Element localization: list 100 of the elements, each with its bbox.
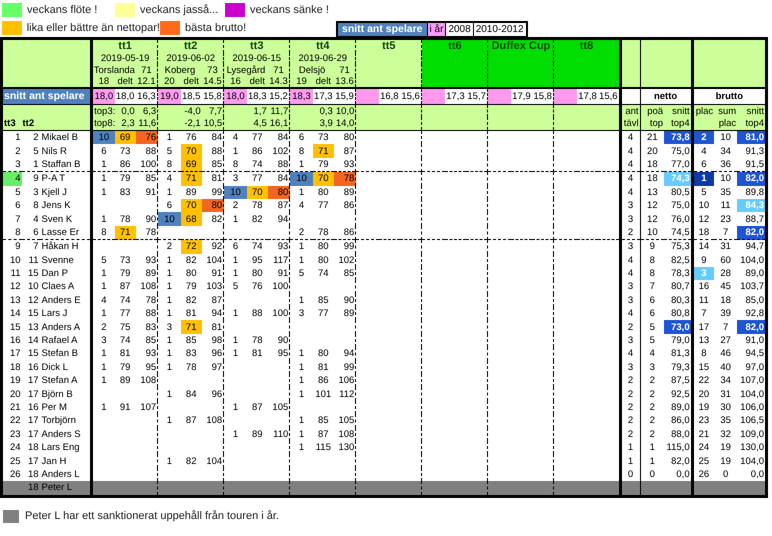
- snitt-cell: 15,2: [268, 88, 290, 104]
- snitt-cell: 17,3: [444, 88, 466, 104]
- tournament-title: tt3: [224, 38, 290, 53]
- netto-heading: netto: [640, 88, 692, 104]
- table-cell: 1: [620, 440, 640, 454]
- brutto-cell: 85: [136, 172, 158, 186]
- table-cell: 6: [640, 307, 664, 320]
- table-cell: 10: [714, 172, 738, 186]
- rank-cell: 16: [2, 334, 22, 348]
- table-cell: 4: [620, 186, 640, 199]
- table-cell: 2: [620, 320, 640, 334]
- place-cell: 1: [158, 130, 181, 144]
- table-cell: 0: [640, 468, 664, 482]
- table-cell: 3: [692, 266, 714, 280]
- rank-cell: 2: [2, 144, 22, 158]
- rank-cell: 18: [2, 360, 22, 374]
- player-name: Dick L: [40, 360, 92, 374]
- place-cell: 6: [224, 240, 247, 254]
- rank-cell: 21: [2, 400, 22, 414]
- table-cell: 74,3: [664, 172, 692, 186]
- rank-cell: 8: [2, 226, 22, 240]
- rank-cell: 4: [2, 172, 22, 186]
- player-name: Peter L: [40, 481, 92, 496]
- course-par: 73: [202, 64, 224, 76]
- column-heading: tt2: [22, 117, 92, 130]
- table-cell: 4: [620, 172, 640, 186]
- table-cell: 10: [714, 130, 738, 144]
- rank-cell: 23: [2, 428, 22, 441]
- table-cell: 0: [620, 468, 640, 482]
- table-cell: 73,0: [664, 320, 692, 334]
- table-cell: 26: [692, 468, 714, 482]
- previous-rank-cell: 9: [22, 172, 40, 186]
- table-cell: 6: [692, 158, 714, 172]
- tournament-title: tt6: [422, 38, 488, 53]
- column-heading: poä: [640, 104, 664, 117]
- brutto-cell: 81: [202, 320, 224, 334]
- netto-cell: 71: [312, 144, 334, 158]
- brutto-cell: 81: [202, 172, 224, 186]
- player-name: Torbjörn: [40, 414, 92, 428]
- rank-cell: 6: [2, 198, 22, 212]
- brutto-cell: 92: [202, 240, 224, 254]
- previous-rank-cell: 18: [22, 481, 40, 496]
- player-name: Björn B: [40, 387, 92, 401]
- snitt-cell: 16,8: [378, 88, 400, 104]
- tournament-date: 2019-06-02: [158, 53, 224, 64]
- legend-label: lika eller bättre än nettopar!: [26, 22, 160, 34]
- place-cell: 3: [224, 172, 247, 186]
- table-cell: 35: [714, 186, 738, 199]
- snitt-cell: 18,0: [224, 88, 247, 104]
- player-name: Anders S: [40, 428, 92, 441]
- table-cell: 3: [620, 334, 640, 348]
- netto-cell: 69: [114, 130, 136, 144]
- table-cell: 4: [620, 307, 640, 320]
- table-cell: 91,0: [737, 334, 766, 348]
- table-cell: 2: [620, 226, 640, 240]
- table-cell: 9: [692, 254, 714, 267]
- legend-label: veckans sänke !: [250, 4, 329, 16]
- table-cell: 5: [640, 320, 664, 334]
- netto-cell: 68: [180, 212, 202, 226]
- table-cell: 7: [714, 226, 738, 240]
- table-cell: 2: [620, 428, 640, 441]
- table-cell: 4: [620, 130, 640, 144]
- rank-cell: 22: [2, 414, 22, 428]
- table-cell: 36: [714, 158, 738, 172]
- table-cell: 14: [692, 240, 714, 254]
- table-cell: 0: [714, 468, 738, 482]
- place-cell: 4: [158, 172, 181, 186]
- rank-cell: 5: [2, 186, 22, 199]
- table-cell: 3: [620, 240, 640, 254]
- tournament-title: tt1: [92, 38, 158, 53]
- table-cell: 84,3: [737, 198, 766, 212]
- column-heading: top: [640, 117, 664, 130]
- place-cell: 4: [224, 130, 247, 144]
- column-heading: tt3: [2, 117, 22, 130]
- player-name: Claes A: [40, 280, 92, 294]
- rank-cell: 7: [2, 212, 22, 226]
- brutto-cell: 84: [202, 130, 224, 144]
- snitt-cell: 15,6: [598, 88, 620, 104]
- player-name: Rafael A: [40, 334, 92, 348]
- brutto-cell: 94: [202, 307, 224, 320]
- brutto-cell: 93: [268, 240, 290, 254]
- course-name: Koberg: [158, 64, 202, 76]
- snitt-cell: 17,8: [577, 88, 598, 104]
- table-cell: 82,0: [737, 320, 766, 334]
- key-item: 2010-2012: [472, 22, 526, 36]
- table-cell: 73,8: [664, 130, 692, 144]
- brutto-cell: 84: [268, 172, 290, 186]
- snitt-cell: 15,6: [400, 88, 422, 104]
- table-cell: 3: [620, 212, 640, 226]
- netto-cell: 76: [180, 130, 202, 144]
- key-item: 2008: [445, 22, 473, 36]
- table-cell: 4: [620, 158, 640, 172]
- place-cell: 10: [92, 130, 115, 144]
- column-heading: plac: [714, 117, 738, 130]
- course-par: 71: [334, 64, 356, 76]
- key-title: snitt ant spelare: [338, 22, 427, 36]
- player-name: Lars Eng: [40, 440, 92, 454]
- player-name: Stefan A: [40, 374, 92, 388]
- snitt-label: snitt ant spelare: [2, 88, 92, 104]
- table-cell: 3: [620, 198, 640, 212]
